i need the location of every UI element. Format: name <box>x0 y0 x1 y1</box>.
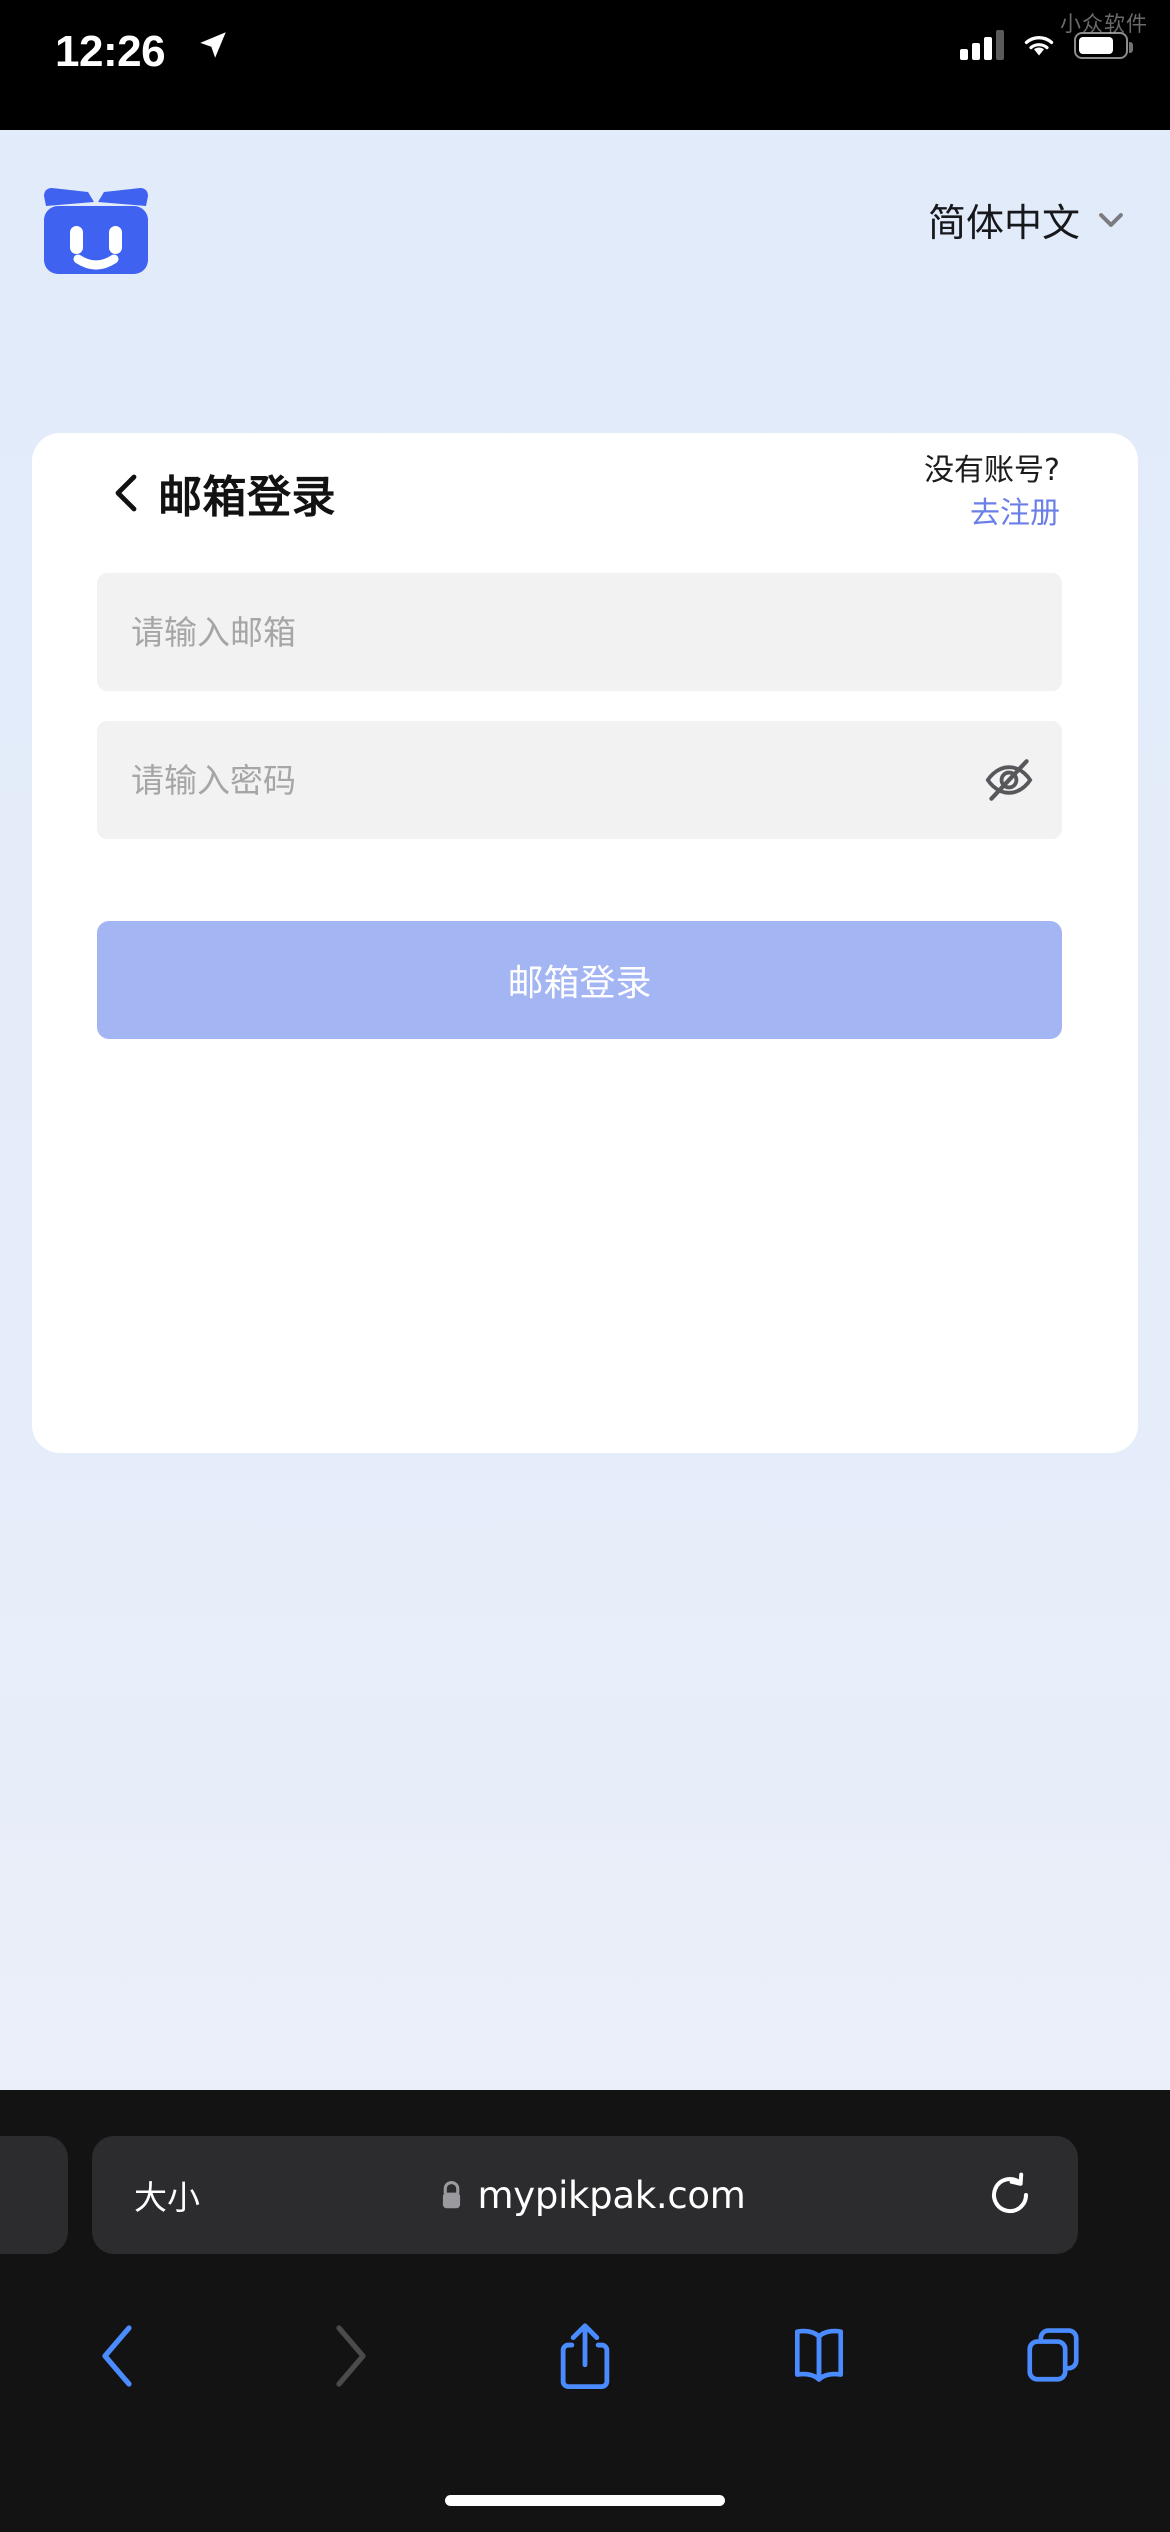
eye-off-icon <box>985 759 1033 801</box>
page-title-row: 邮箱登录 <box>114 461 336 525</box>
reload-icon <box>992 2172 1029 2213</box>
chevron-down-icon <box>1099 212 1123 227</box>
text-size-button[interactable]: 大小 <box>92 2171 242 2219</box>
forward-button[interactable] <box>234 2286 468 2426</box>
safari-bottom-chrome: 大小 mypikpak.com <box>0 2090 1170 2532</box>
reload-button[interactable] <box>942 2171 1078 2219</box>
email-input[interactable] <box>97 612 1062 652</box>
share-icon <box>560 2323 610 2390</box>
language-selector[interactable]: 简体中文 <box>928 192 1128 247</box>
toggle-password-visibility-button[interactable] <box>970 721 1062 839</box>
book-icon <box>794 2328 844 2382</box>
share-button[interactable] <box>468 2286 702 2426</box>
chevron-left-icon[interactable] <box>114 473 138 513</box>
status-bar-indicators <box>960 30 1133 60</box>
chevron-left-icon <box>102 2325 132 2387</box>
tabs-button[interactable] <box>936 2286 1170 2426</box>
login-card: 邮箱登录 没有账号? 去注册 请输入邮箱 邮箱登录 <box>32 433 1138 1453</box>
address-bar-url-group: mypikpak.com <box>242 2174 942 2217</box>
page-title: 邮箱登录 <box>158 472 336 523</box>
pikpak-logo <box>44 188 148 274</box>
browser-toolbar <box>0 2286 1170 2426</box>
signup-prompt: 没有账号? <box>924 453 1060 488</box>
battery-icon <box>1074 31 1133 59</box>
email-field[interactable] <box>97 573 1062 691</box>
location-arrow-icon <box>200 32 226 58</box>
home-indicator <box>445 2495 725 2506</box>
cellular-bars-icon <box>960 30 1004 60</box>
signup-link[interactable]: 去注册 <box>924 494 1060 535</box>
wifi-icon <box>1024 36 1054 56</box>
phone-screen: 小众软件 12:26 简体中文 邮箱登录 没有账号? 去注册 请输入邮箱 邮箱登… <box>0 0 1170 2532</box>
status-bar-clock: 12:26 <box>55 27 166 76</box>
signup-block: 没有账号? 去注册 <box>924 451 1060 534</box>
status-bar: 小众软件 12:26 <box>0 0 1170 130</box>
page-header: 简体中文 <box>0 130 1170 305</box>
login-card-header: 邮箱登录 没有账号? 去注册 <box>32 433 1138 563</box>
lock-icon <box>442 2180 460 2209</box>
tabs-icon <box>1027 2328 1079 2382</box>
language-selector-label: 简体中文 <box>927 201 1080 245</box>
email-login-submit-button[interactable]: 邮箱登录 <box>97 921 1062 1039</box>
web-content: 简体中文 邮箱登录 没有账号? 去注册 请输入邮箱 邮箱登录 <box>0 130 1170 2090</box>
password-input[interactable] <box>97 760 970 800</box>
bookmarks-button[interactable] <box>702 2286 936 2426</box>
back-button[interactable] <box>0 2286 234 2426</box>
adjacent-tab-peek[interactable] <box>0 2136 68 2254</box>
password-field[interactable] <box>97 721 1062 839</box>
address-bar[interactable]: 大小 mypikpak.com <box>92 2136 1078 2254</box>
chevron-right-icon <box>336 2325 366 2387</box>
address-bar-url: mypikpak.com <box>477 2173 746 2217</box>
